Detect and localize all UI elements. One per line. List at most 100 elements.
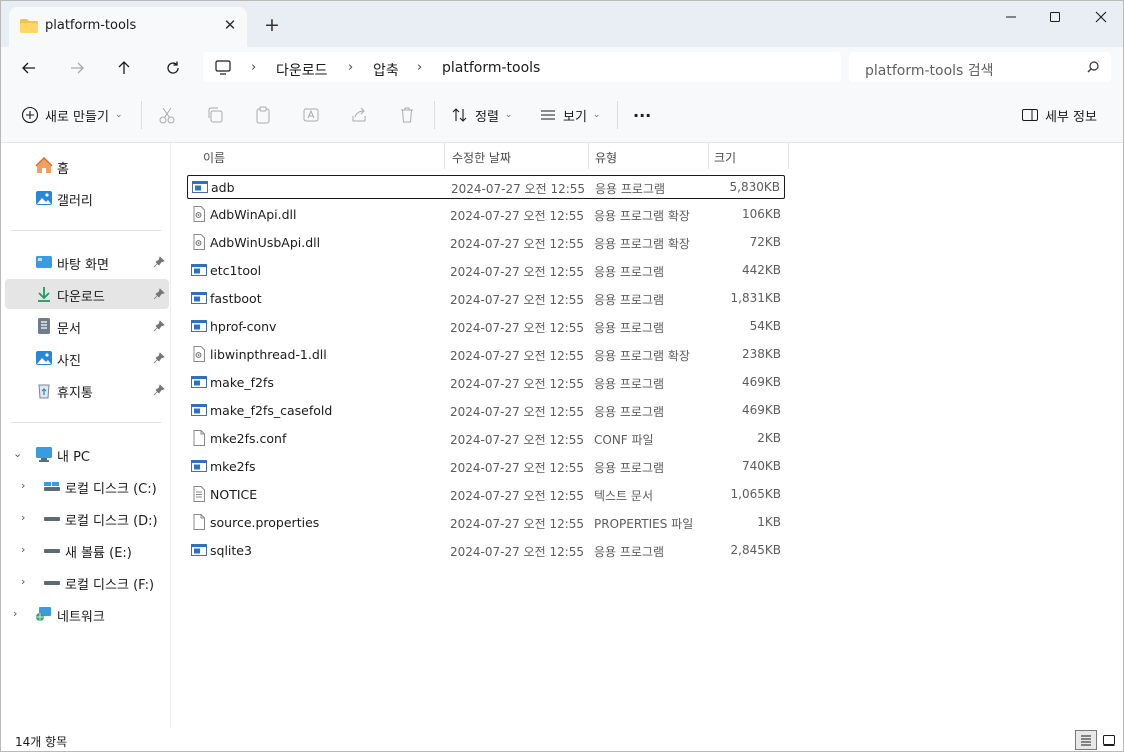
sidebar-item-gallery[interactable]: 갤러리 (5, 183, 169, 213)
file-date: 2024-07-27 오전 12:55 (450, 545, 585, 559)
new-tab-button[interactable]: + (261, 15, 283, 37)
tab-close-icon[interactable]: ✕ (221, 16, 239, 34)
file-row[interactable]: AdbWinApi.dll 2024-07-27 오전 12:55 응용 프로그램 … (187, 203, 785, 227)
pin-icon[interactable] (153, 384, 165, 396)
view-button[interactable]: 보기 ⌄ (539, 101, 600, 129)
copy-button[interactable] (206, 101, 224, 129)
file-type: 응용 프로그램 (594, 461, 665, 475)
file-size: 1KB (757, 515, 781, 529)
file-row[interactable]: mke2fs 2024-07-27 오전 12:55 응용 프로그램 740KB (187, 455, 785, 479)
column-header-date[interactable]: 수정한 날짜 (445, 144, 588, 170)
file-date: 2024-07-27 오전 12:55 (450, 489, 585, 503)
file-row[interactable]: etc1tool 2024-07-27 오전 12:55 응용 프로그램 442KB (187, 259, 785, 283)
sidebar-item-drive-c[interactable]: › 로컬 디스크 (C:) (5, 471, 169, 501)
pin-icon[interactable] (153, 320, 165, 332)
desktop-icon (36, 256, 52, 268)
sidebar-item-label: 로컬 디스크 (D:) (65, 514, 158, 529)
sidebar-item-recycle-bin[interactable]: 휴지통 (5, 375, 169, 405)
computer-icon (215, 60, 231, 78)
file-type: 응용 프로그램 (594, 265, 665, 279)
file-row[interactable]: mke2fs.conf 2024-07-27 오전 12:55 CONF 파일 2KB (187, 427, 785, 451)
file-size: 238KB (741, 347, 781, 361)
address-bar[interactable]: › 다운로드 › 압축 › platform-tools (203, 52, 841, 82)
chevron-right-icon[interactable]: › (21, 575, 25, 588)
file-size: 469KB (741, 403, 781, 417)
chevron-right-icon[interactable]: › (13, 607, 17, 620)
file-row[interactable]: NOTICE 2024-07-27 오전 12:55 텍스트 문서 1,065KB (187, 483, 785, 507)
details-view-icon (1081, 735, 1091, 746)
sidebar-item-desktop[interactable]: 바탕 화면 (5, 247, 169, 277)
pin-icon[interactable] (153, 256, 165, 268)
sidebar-item-label: 새 볼륨 (E:) (65, 546, 132, 561)
sidebar-item-this-pc[interactable]: ⌄ 내 PC (5, 439, 169, 469)
sort-button[interactable]: 정렬 ⌄ (451, 101, 512, 129)
chevron-right-icon[interactable]: › (21, 543, 25, 556)
rename-button[interactable] (302, 101, 320, 129)
back-button[interactable] (14, 53, 44, 83)
sidebar-item-drive-d[interactable]: › 로컬 디스크 (D:) (5, 503, 169, 533)
up-button[interactable] (109, 53, 139, 83)
file-row[interactable]: make_f2fs_casefold 2024-07-27 오전 12:55 응용 … (187, 399, 785, 423)
column-divider[interactable] (788, 143, 789, 169)
toolbar-divider (141, 101, 142, 129)
breadcrumb-separator: › (348, 60, 354, 75)
file-date: 2024-07-27 오전 12:55 (450, 461, 585, 475)
file-row[interactable]: fastboot 2024-07-27 오전 12:55 응용 프로그램 1,831K… (187, 287, 785, 311)
column-header-name[interactable]: 이름 (187, 144, 444, 170)
breadcrumb-archive[interactable]: 압축 (373, 60, 399, 80)
pin-icon[interactable] (153, 288, 165, 300)
application-icon (191, 402, 207, 418)
new-button[interactable]: 새로 만들기 ⌄ (21, 101, 122, 129)
sidebar-item-home[interactable]: 홈 (5, 151, 169, 181)
title-bar: platform-tools ✕ + (1, 1, 1123, 47)
minimize-button[interactable] (988, 3, 1034, 31)
view-button-label: 보기 (563, 109, 587, 125)
details-pane-button[interactable]: 세부 정보 (1021, 101, 1097, 129)
sidebar-item-downloads[interactable]: 다운로드 (5, 279, 169, 309)
plus-circle-icon (21, 106, 39, 124)
breadcrumb-downloads[interactable]: 다운로드 (276, 60, 328, 80)
cut-button[interactable] (158, 101, 176, 129)
pin-icon[interactable] (153, 352, 165, 364)
column-header-type[interactable]: 유형 (589, 144, 708, 170)
sidebar-item-documents[interactable]: 문서 (5, 311, 169, 341)
column-header-size[interactable]: 크기 (709, 144, 788, 170)
delete-button[interactable] (398, 101, 416, 129)
file-date: 2024-07-27 오전 12:55 (450, 405, 585, 419)
search-input[interactable]: platform-tools 검색 (849, 52, 1111, 82)
file-row[interactable]: hprof-conv 2024-07-27 오전 12:55 응용 프로그램 54KB (187, 315, 785, 339)
sidebar-item-pictures[interactable]: 사진 (5, 343, 169, 373)
minimize-icon (1006, 16, 1016, 18)
tiles-view-button[interactable] (1098, 730, 1120, 750)
chevron-right-icon[interactable]: › (21, 511, 25, 524)
chevron-right-icon[interactable]: › (21, 479, 25, 492)
documents-icon (38, 318, 50, 334)
tab-platform-tools[interactable]: platform-tools ✕ (9, 7, 247, 47)
file-row[interactable]: source.properties 2024-07-27 오전 12:55 PROP… (187, 511, 785, 535)
sidebar-item-network[interactable]: › 네트워크 (5, 599, 169, 629)
refresh-button[interactable] (158, 53, 188, 83)
share-button[interactable] (350, 101, 368, 129)
forward-button[interactable] (62, 53, 92, 83)
file-row[interactable]: sqlite3 2024-07-27 오전 12:55 응용 프로그램 2,845KB (187, 539, 785, 563)
file-row[interactable]: make_f2fs 2024-07-27 오전 12:55 응용 프로그램 469KB (187, 371, 785, 395)
sidebar-item-drive-e[interactable]: › 새 볼륨 (E:) (5, 535, 169, 565)
sidebar-item-label: 다운로드 (57, 290, 105, 305)
close-icon (1095, 11, 1107, 23)
tiles-view-icon (1103, 735, 1115, 746)
details-view-button[interactable] (1075, 730, 1097, 750)
maximize-button[interactable] (1032, 3, 1078, 31)
file-row[interactable]: libwinpthread-1.dll 2024-07-27 오전 12:55 응용… (187, 343, 785, 367)
more-options-button[interactable]: ··· (633, 101, 651, 129)
paste-button[interactable] (254, 101, 272, 129)
file-row[interactable]: adb 2024-07-27 오전 12:55 응용 프로그램 5,830KB (187, 175, 785, 199)
file-type: 응용 프로그램 (595, 182, 666, 196)
file-row[interactable]: AdbWinUsbApi.dll 2024-07-27 오전 12:55 응용 프로… (187, 231, 785, 255)
system-drive-icon (44, 482, 60, 491)
rename-icon (303, 108, 319, 122)
close-window-button[interactable] (1078, 3, 1123, 31)
sidebar-item-drive-f[interactable]: › 로컬 디스크 (F:) (5, 567, 169, 597)
chevron-down-icon[interactable]: ⌄ (13, 447, 22, 460)
breadcrumb-platform-tools[interactable]: platform-tools (442, 60, 540, 76)
file-date: 2024-07-27 오전 12:55 (450, 321, 585, 335)
